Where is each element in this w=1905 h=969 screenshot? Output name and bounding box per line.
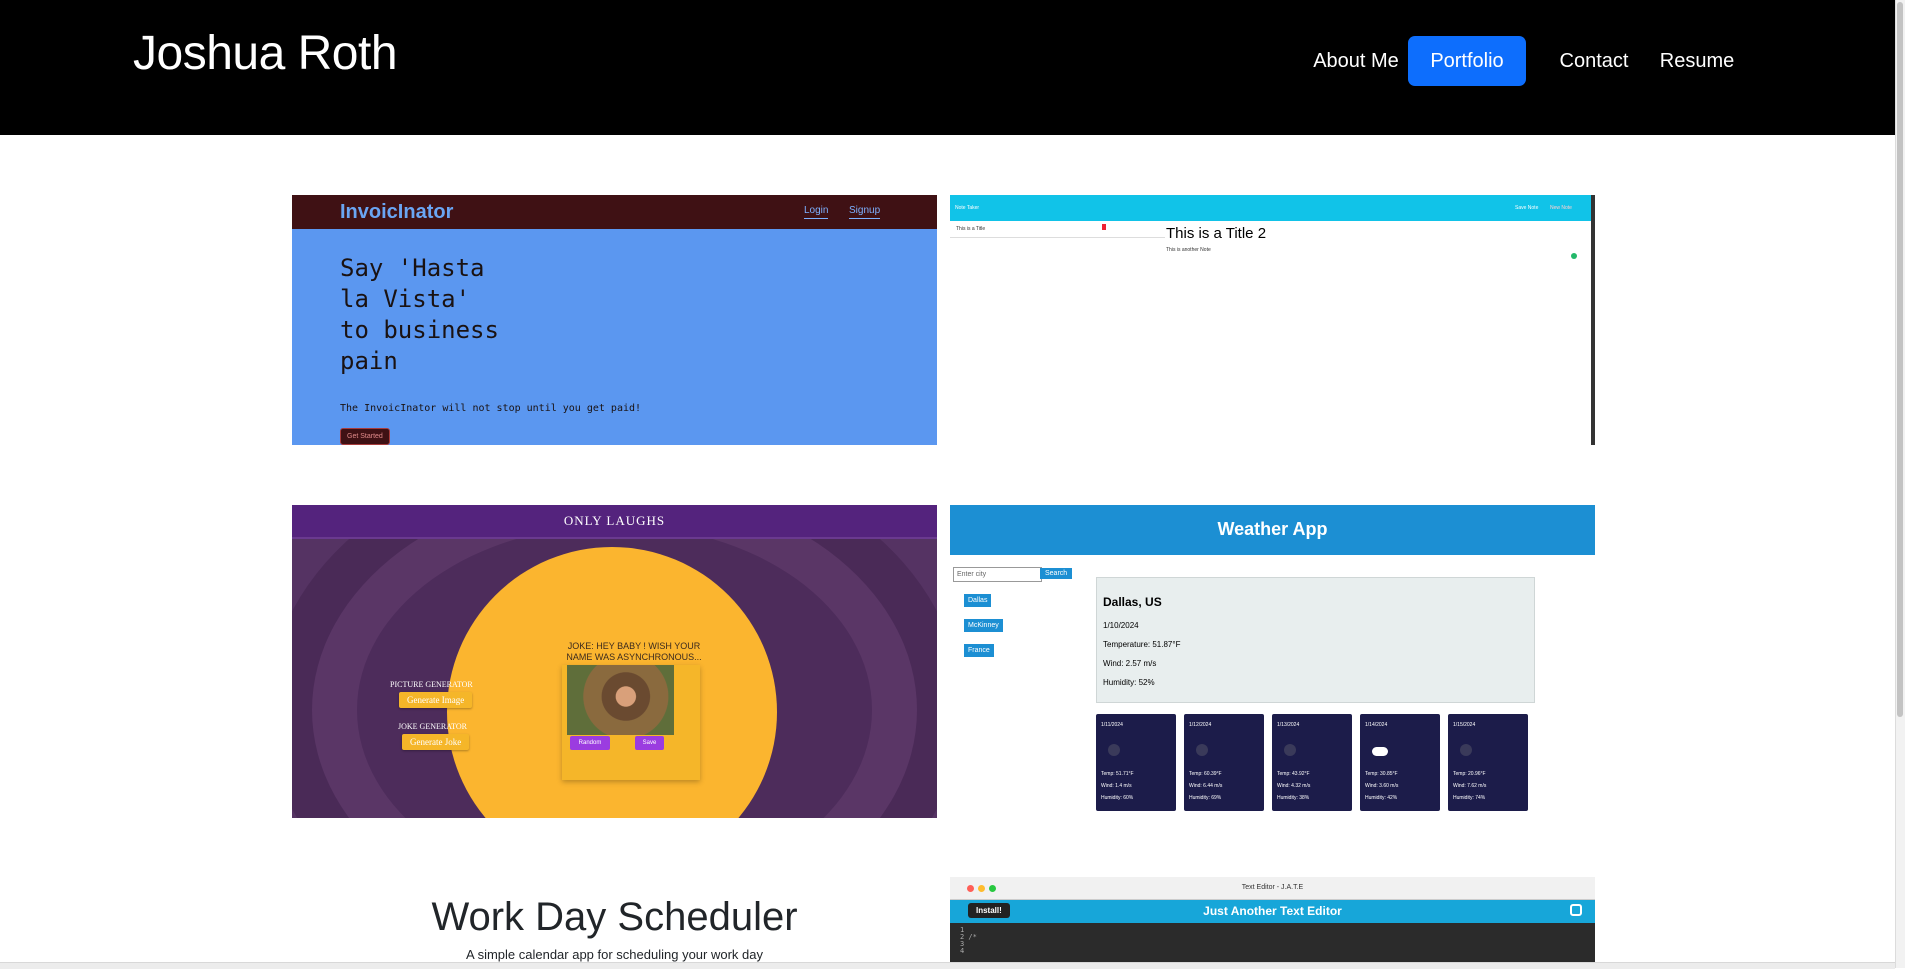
generate-image-button: Generate Image: [399, 692, 473, 708]
weather-city-mckinney: McKinney: [964, 619, 1003, 632]
weather-title: Weather App: [950, 505, 1595, 555]
forecast-date: 1/11/2024: [1101, 722, 1123, 728]
project-card-jate[interactable]: Text Editor - J.A.T.E Just Another Text …: [950, 877, 1595, 962]
note-taker-navbar: Note Taker Save Note New Note: [950, 195, 1591, 221]
weather-current-temp: Temperature: 51.87°F: [1103, 640, 1181, 649]
jate-title: Just Another Text Editor: [950, 900, 1595, 923]
forecast-humidity: Humidity: 74%: [1453, 795, 1486, 801]
trash-icon: [1102, 224, 1106, 230]
weather-city-france: France: [964, 644, 994, 657]
weather-current-wind: Wind: 2.57 m/s: [1103, 659, 1157, 668]
jate-logo-icon: [1570, 904, 1582, 916]
forecast-temp: Temp: 43.92°F: [1277, 771, 1310, 777]
note-taker-list-item: This is a Title: [950, 221, 1165, 238]
scrollbar-thumb[interactable]: [1897, 2, 1903, 717]
forecast-day: 1/12/2024 Temp: 60.39°F Wind: 6.44 m/s H…: [1184, 714, 1264, 811]
weather-icon: [1196, 744, 1208, 756]
project-card-invoicinator[interactable]: InvoicInator Login Signup Say 'Hasta la …: [292, 195, 937, 445]
forecast-wind: Wind: 1.4 m/s: [1101, 783, 1132, 789]
jate-window-chrome: Text Editor - J.A.T.E: [950, 877, 1595, 900]
forecast-temp: Temp: 20.96°F: [1453, 771, 1486, 777]
invoicinator-navbar: InvoicInator Login Signup: [292, 195, 937, 229]
weather-current-date: 1/10/2024: [1103, 621, 1139, 630]
site-header: Joshua Roth About Me Portfolio Contact R…: [0, 0, 1895, 135]
forecast-date: 1/13/2024: [1277, 722, 1300, 728]
weather-icon: [1460, 744, 1472, 756]
forecast-temp: Temp: 60.39°F: [1189, 771, 1222, 777]
forecast-wind: Wind: 7.62 m/s: [1453, 783, 1487, 789]
invoicinator-signup-link: Signup: [849, 205, 881, 219]
forecast-day: 1/14/2024 Temp: 30.85°F Wind: 3.60 m/s H…: [1360, 714, 1440, 811]
only-laughs-title: ONLY LAUGHS: [292, 505, 937, 539]
save-button: Save: [635, 736, 664, 750]
random-button: Random: [570, 736, 610, 750]
scheduler-subtitle: A simple calendar app for scheduling you…: [466, 947, 763, 962]
forecast-day: 1/11/2024 Temp: 51.71°F Wind: 1.4 m/s Hu…: [1096, 714, 1176, 811]
note-taker-save: Save Note: [1515, 205, 1539, 211]
project-card-note-taker[interactable]: Note Taker Save Note New Note This is a …: [950, 195, 1595, 445]
weather-icon: [1284, 744, 1296, 756]
jate-window-title: Text Editor - J.A.T.E: [1241, 884, 1304, 891]
add-icon: [1571, 253, 1577, 259]
forecast-humidity: Humidity: 69%: [1189, 795, 1222, 801]
note-taker-text: This is another Note: [1166, 247, 1211, 253]
forecast-wind: Wind: 3.60 m/s: [1365, 783, 1399, 789]
invoicinator-get-started: Get Started: [340, 428, 390, 445]
forecast-day: 1/15/2024 Temp: 20.96°F Wind: 7.62 m/s H…: [1448, 714, 1528, 811]
note-taker-app-name: Note Taker: [955, 205, 980, 211]
nav-contact[interactable]: Contact: [1536, 36, 1652, 86]
project-card-weather-app[interactable]: Weather App Enter city Search Dallas McK…: [950, 505, 1595, 818]
invoicinator-logo: InvoicInator: [340, 201, 454, 223]
generate-joke-button: Generate Joke: [402, 734, 470, 750]
joke-generator-label: JOKE GENERATOR: [398, 722, 467, 731]
weather-city-input: Enter city: [953, 567, 1042, 582]
forecast-temp: Temp: 51.71°F: [1101, 771, 1134, 777]
forecast-date: 1/15/2024: [1453, 722, 1476, 728]
forecast-wind: Wind: 4.32 m/s: [1277, 783, 1311, 789]
forecast-day: 1/13/2024 Temp: 43.92°F Wind: 4.32 m/s H…: [1272, 714, 1352, 811]
jate-install-button: Install!: [968, 903, 1010, 918]
weather-search-button: Search: [1040, 568, 1073, 579]
forecast-humidity: Humidity: 42%: [1365, 795, 1398, 801]
nav-portfolio[interactable]: Portfolio: [1408, 36, 1526, 86]
site-brand[interactable]: Joshua Roth: [133, 26, 398, 81]
jate-code-area: 1 2 /* 3 4: [960, 927, 977, 955]
project-card-only-laughs[interactable]: ONLY LAUGHS PICTURE GENERATOR Generate I…: [292, 505, 937, 818]
picture-generator-label: PICTURE GENERATOR: [390, 680, 473, 689]
weather-current-humidity: Humidity: 52%: [1103, 678, 1155, 687]
note-taker-list-title: This is a Title: [956, 226, 986, 232]
forecast-wind: Wind: 6.44 m/s: [1189, 783, 1223, 789]
weather-current-city: Dallas, US: [1103, 595, 1162, 609]
weather-city-dallas: Dallas: [964, 594, 992, 607]
invoicinator-headline: Say 'Hasta la Vista' to business pain: [340, 254, 499, 375]
scheduler-title[interactable]: Work Day Scheduler: [292, 895, 937, 940]
invoicinator-subline: The InvoicInator will not stop until you…: [340, 403, 642, 414]
cloud-icon: [1372, 747, 1388, 756]
forecast-humidity: Humidity: 38%: [1277, 795, 1310, 801]
invoicinator-login-link: Login: [804, 205, 829, 219]
code-line: 4: [960, 947, 965, 955]
weather-icon: [1108, 744, 1120, 756]
nav-resume[interactable]: Resume: [1636, 36, 1758, 86]
forecast-date: 1/12/2024: [1189, 722, 1212, 728]
forecast-date: 1/14/2024: [1365, 722, 1388, 728]
forecast-temp: Temp: 30.85°F: [1365, 771, 1398, 777]
note-taker-title: This is a Title 2: [1166, 225, 1267, 242]
weather-current: Dallas, US 1/10/2024 Temperature: 51.87°…: [1096, 577, 1535, 703]
monkey-image: [567, 665, 674, 735]
joke-text: JOKE: HEY BABY ! WISH YOUR NAME WAS ASYN…: [566, 641, 702, 662]
note-taker-new: New Note: [1550, 205, 1572, 211]
forecast-humidity: Humidity: 60%: [1101, 795, 1134, 801]
